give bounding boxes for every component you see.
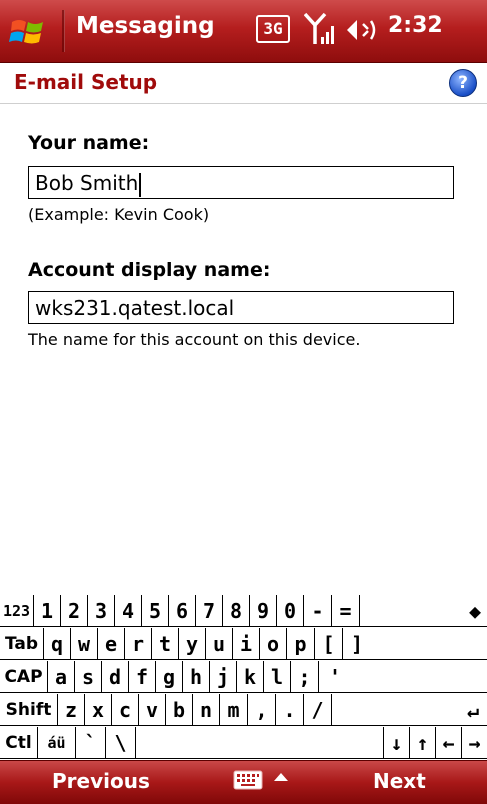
key-right-bracket[interactable]: ] xyxy=(343,628,487,660)
key-x[interactable]: x xyxy=(85,694,112,726)
key-m[interactable]: m xyxy=(220,694,248,726)
key-u[interactable]: u xyxy=(206,628,233,660)
key-123[interactable]: 123 xyxy=(0,595,34,627)
key-shift[interactable]: Shift xyxy=(0,694,58,726)
key-equals[interactable]: = xyxy=(332,595,360,627)
key-n[interactable]: n xyxy=(193,694,220,726)
3g-network-icon[interactable]: 3G xyxy=(256,15,290,43)
key-q[interactable]: q xyxy=(44,628,71,660)
key-8[interactable]: 8 xyxy=(223,595,250,627)
page-header: E-mail Setup ? xyxy=(0,63,487,104)
account-display-name-input[interactable]: wks231.qatest.local xyxy=(28,291,454,324)
key-g[interactable]: g xyxy=(156,661,183,693)
key-j[interactable]: j xyxy=(210,661,237,693)
text-caret xyxy=(139,172,142,197)
backspace-key[interactable]: ◆ xyxy=(360,595,487,627)
key-0[interactable]: 0 xyxy=(277,595,304,627)
key-period[interactable]: . xyxy=(276,694,304,726)
key-z[interactable]: z xyxy=(58,694,85,726)
key-y[interactable]: y xyxy=(179,628,206,660)
key-comma[interactable]: , xyxy=(248,694,276,726)
key-a[interactable]: a xyxy=(48,661,75,693)
key-slash[interactable]: / xyxy=(304,694,332,726)
your-name-label: Your name: xyxy=(28,132,150,154)
key-l[interactable]: l xyxy=(264,661,291,693)
down-arrow-key[interactable]: ↓ xyxy=(384,727,410,759)
key-backslash[interactable]: \ xyxy=(106,727,136,759)
key-w[interactable]: w xyxy=(71,628,98,660)
left-arrow-key[interactable]: ← xyxy=(436,727,462,759)
account-display-name-value: wks231.qatest.local xyxy=(35,296,235,320)
key-ctl[interactable]: Ctl xyxy=(0,727,38,759)
input-panel-arrow-icon[interactable] xyxy=(274,773,288,781)
key-tab[interactable]: Tab xyxy=(0,628,44,660)
keyboard-row-4: Shift z x c v b n m , . / ↵ xyxy=(0,694,487,727)
volume-icon[interactable] xyxy=(345,15,379,45)
spacebar-key[interactable] xyxy=(136,727,384,759)
key-6[interactable]: 6 xyxy=(169,595,196,627)
key-accents[interactable]: áü xyxy=(38,727,76,759)
key-s[interactable]: s xyxy=(75,661,102,693)
account-display-name-hint: The name for this account on this device… xyxy=(28,330,361,349)
key-k[interactable]: k xyxy=(237,661,264,693)
keyboard-row-3: CAP a s d f g h j k l ; ' xyxy=(0,661,487,694)
key-5[interactable]: 5 xyxy=(142,595,169,627)
key-c[interactable]: c xyxy=(112,694,139,726)
your-name-input[interactable]: Bob Smith xyxy=(28,166,454,199)
key-e[interactable]: e xyxy=(98,628,125,660)
key-p[interactable]: p xyxy=(287,628,315,660)
key-semicolon[interactable]: ; xyxy=(291,661,319,693)
key-t[interactable]: t xyxy=(152,628,179,660)
keyboard-row-5: Ctl áü ` \ ↓ ↑ ← → xyxy=(0,727,487,760)
key-b[interactable]: b xyxy=(166,694,193,726)
key-v[interactable]: v xyxy=(139,694,166,726)
key-2[interactable]: 2 xyxy=(61,595,88,627)
key-minus[interactable]: - xyxy=(304,595,332,627)
key-7[interactable]: 7 xyxy=(196,595,223,627)
key-9[interactable]: 9 xyxy=(250,595,277,627)
key-o[interactable]: o xyxy=(260,628,287,660)
key-backtick[interactable]: ` xyxy=(76,727,106,759)
key-d[interactable]: d xyxy=(102,661,129,693)
softkey-bar: Previous Next xyxy=(0,760,487,804)
title-separator xyxy=(62,10,65,52)
windows-start-icon[interactable] xyxy=(8,12,48,52)
help-icon[interactable]: ? xyxy=(449,69,477,97)
key-caps[interactable]: CAP xyxy=(0,661,48,693)
your-name-hint: (Example: Kevin Cook) xyxy=(28,205,210,224)
page-title: E-mail Setup xyxy=(14,70,158,94)
enter-key[interactable]: ↵ xyxy=(332,694,487,726)
next-button[interactable]: Next xyxy=(373,769,426,793)
key-3[interactable]: 3 xyxy=(88,595,115,627)
key-apostrophe[interactable]: ' xyxy=(319,661,487,693)
right-arrow-key[interactable]: → xyxy=(462,727,487,759)
keyboard-row-1: 123 1 2 3 4 5 6 7 8 9 0 - = ◆ xyxy=(0,595,487,628)
key-i[interactable]: i xyxy=(233,628,260,660)
signal-strength-icon[interactable] xyxy=(304,12,334,46)
key-h[interactable]: h xyxy=(183,661,210,693)
up-arrow-key[interactable]: ↑ xyxy=(410,727,436,759)
key-1[interactable]: 1 xyxy=(34,595,61,627)
title-bar: Messaging 3G 2:32 xyxy=(0,0,487,63)
your-name-value: Bob Smith xyxy=(35,171,139,195)
key-r[interactable]: r xyxy=(125,628,152,660)
clock[interactable]: 2:32 xyxy=(388,13,443,38)
key-4[interactable]: 4 xyxy=(115,595,142,627)
key-f[interactable]: f xyxy=(129,661,156,693)
previous-button[interactable]: Previous xyxy=(52,769,150,793)
app-title: Messaging xyxy=(76,13,215,39)
account-display-name-label: Account display name: xyxy=(28,259,271,281)
key-left-bracket[interactable]: [ xyxy=(315,628,343,660)
keyboard-row-2: Tab q w e r t y u i o p [ ] xyxy=(0,628,487,661)
keyboard-icon[interactable] xyxy=(233,769,263,791)
on-screen-keyboard: 123 1 2 3 4 5 6 7 8 9 0 - = ◆ Tab q w e … xyxy=(0,595,487,760)
